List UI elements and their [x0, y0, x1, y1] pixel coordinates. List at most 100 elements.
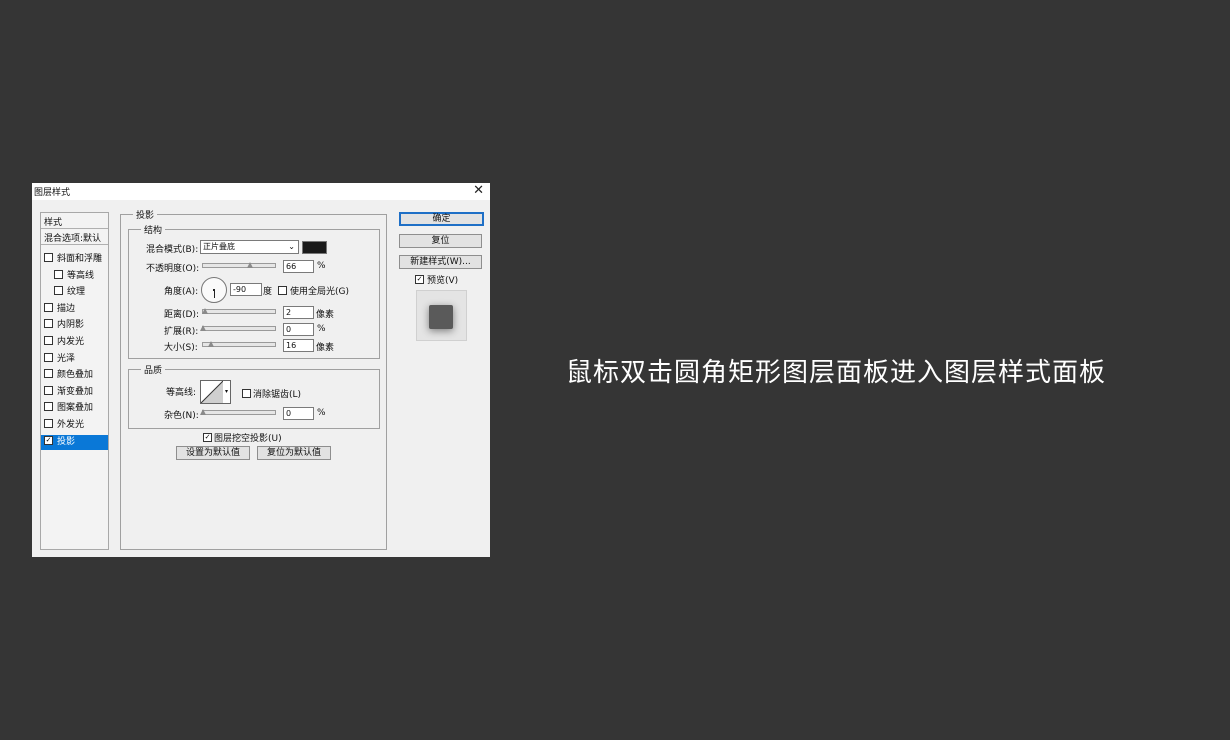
styles-header[interactable]: 样式 [41, 213, 108, 229]
spread-unit: % [317, 324, 326, 334]
style-item-label: 投影 [57, 436, 76, 447]
style-item[interactable]: 等高线 [41, 269, 108, 284]
reset-button[interactable]: 复位 [399, 234, 482, 248]
preview-label: 预览(V) [427, 276, 459, 286]
global-light-checkbox[interactable] [278, 286, 287, 295]
reset-default-button[interactable]: 复位为默认值 [257, 446, 331, 460]
knockout-label: 图层挖空投影(U) [214, 434, 282, 444]
structure-group: 结构 混合模式(B): 正片叠底 ⌄ 不透明度(O): 66 % 角度(A): … [128, 223, 380, 359]
noise-slider-thumb[interactable] [200, 409, 206, 415]
drop-shadow-group: 投影 结构 混合模式(B): 正片叠底 ⌄ 不透明度(O): 66 % 角度(A… [120, 208, 387, 550]
style-item[interactable]: 渐变叠加 [41, 385, 108, 400]
noise-slider[interactable] [202, 410, 276, 415]
contour-preview[interactable] [200, 380, 224, 404]
distance-input[interactable]: 2 [283, 306, 314, 319]
opacity-input[interactable]: 66 [283, 260, 314, 273]
dialog-title: 图层样式 [34, 188, 71, 198]
angle-input[interactable]: -90 [230, 283, 262, 296]
style-item-checkbox[interactable] [44, 369, 53, 379]
contour-curve-icon [201, 381, 223, 403]
preview-checkbox[interactable]: ✓ [415, 275, 424, 284]
style-item-label: 纹理 [67, 287, 86, 298]
size-slider-thumb[interactable] [208, 341, 214, 347]
opacity-label: 不透明度(O): [146, 264, 200, 274]
spread-input[interactable]: 0 [283, 323, 314, 336]
style-item-checkbox[interactable] [44, 419, 53, 428]
preview-shape [429, 305, 453, 329]
style-item-label: 光泽 [57, 353, 76, 364]
blend-options-item[interactable]: 混合选项:默认 [41, 229, 108, 245]
global-light-label: 使用全局光(G) [290, 287, 349, 297]
opacity-slider[interactable] [202, 263, 276, 268]
chevron-down-icon: ⌄ [288, 242, 295, 251]
spread-slider-thumb[interactable] [200, 325, 206, 331]
styles-header-label: 样式 [44, 218, 63, 228]
style-item-checkbox[interactable] [44, 402, 53, 412]
dialog-titlebar: 图层样式 ✕ [32, 183, 490, 200]
noise-label: 杂色(N): [164, 411, 199, 421]
quality-title: 品质 [141, 363, 166, 376]
blend-options-label: 混合选项:默认 [44, 234, 102, 244]
style-item-label: 颜色叠加 [57, 370, 94, 381]
style-item-checkbox[interactable] [44, 352, 53, 362]
style-item-checkbox[interactable] [44, 253, 53, 262]
style-item-checkbox[interactable] [44, 385, 53, 395]
angle-unit: 度 [263, 287, 273, 297]
noise-input[interactable]: 0 [283, 407, 314, 420]
structure-title: 结构 [141, 223, 166, 236]
style-item-label: 描边 [57, 303, 76, 314]
layer-style-dialog: 图层样式 ✕ 样式 混合选项:默认 斜面和浮雕等高线纹理描边内阴影内发光光泽颜色… [32, 183, 490, 557]
blend-mode-label: 混合模式(B): [146, 245, 199, 255]
quality-group: 品质 等高线: ▾ 消除锯齿(L) 杂色(N): 0 % [128, 363, 380, 429]
style-item[interactable]: ✓ 投影 [41, 434, 108, 450]
distance-unit: 像素 [316, 310, 335, 320]
angle-label: 角度(A): [164, 287, 199, 297]
style-item[interactable]: 图案叠加 [41, 401, 108, 416]
drop-shadow-title: 投影 [133, 208, 158, 221]
knockout-checkbox[interactable]: ✓ [203, 433, 212, 442]
new-style-button[interactable]: 新建样式(W)... [399, 255, 482, 269]
antialias-label: 消除锯齿(L) [253, 390, 302, 400]
style-item[interactable]: 描边 [41, 302, 108, 317]
make-default-button[interactable]: 设置为默认值 [176, 446, 250, 460]
style-item[interactable]: 内阴影 [41, 318, 108, 333]
spread-slider[interactable] [202, 326, 276, 331]
ok-button[interactable]: 确定 [399, 212, 484, 226]
style-item[interactable]: 纹理 [41, 285, 108, 300]
angle-dial[interactable] [201, 277, 227, 303]
style-item-checkbox[interactable] [54, 269, 63, 279]
style-item-label: 等高线 [67, 270, 95, 281]
style-item-checkbox[interactable] [44, 336, 53, 345]
size-label: 大小(S): [164, 343, 198, 353]
caption-text: 鼠标双击圆角矩形图层面板进入图层样式面板 [566, 358, 1107, 388]
blend-mode-value: 正片叠底 [203, 242, 235, 251]
distance-slider[interactable] [202, 309, 276, 314]
blend-mode-select[interactable]: 正片叠底 ⌄ [200, 240, 299, 254]
style-item[interactable]: 光泽 [41, 352, 108, 367]
distance-label: 距离(D): [164, 310, 199, 320]
styles-list-panel: 样式 混合选项:默认 斜面和浮雕等高线纹理描边内阴影内发光光泽颜色叠加渐变叠加图… [40, 212, 109, 550]
distance-slider-thumb[interactable] [202, 308, 208, 314]
style-item-checkbox[interactable]: ✓ [44, 435, 53, 445]
style-item-label: 外发光 [57, 420, 85, 430]
opacity-slider-thumb[interactable] [246, 262, 253, 268]
style-item[interactable]: 外发光 [41, 418, 108, 433]
style-item-label: 图案叠加 [57, 403, 94, 414]
style-item-label: 渐变叠加 [57, 386, 94, 397]
close-icon[interactable]: ✕ [473, 183, 484, 199]
noise-unit: % [317, 408, 326, 418]
shadow-color-swatch[interactable] [302, 241, 327, 254]
antialias-checkbox[interactable] [242, 389, 251, 398]
style-item-label: 内发光 [57, 337, 85, 347]
style-item-checkbox[interactable] [44, 319, 53, 329]
style-item[interactable]: 斜面和浮雕 [41, 252, 108, 267]
style-item[interactable]: 颜色叠加 [41, 368, 108, 383]
style-item-checkbox[interactable] [54, 286, 63, 296]
style-item[interactable]: 内发光 [41, 335, 108, 350]
size-input[interactable]: 16 [283, 339, 314, 352]
style-item-checkbox[interactable] [44, 302, 53, 312]
contour-dropdown[interactable]: ▾ [223, 380, 231, 404]
angle-dial-needle [213, 290, 215, 298]
chevron-down-icon: ▾ [224, 388, 228, 395]
style-item-label: 斜面和浮雕 [57, 254, 103, 264]
